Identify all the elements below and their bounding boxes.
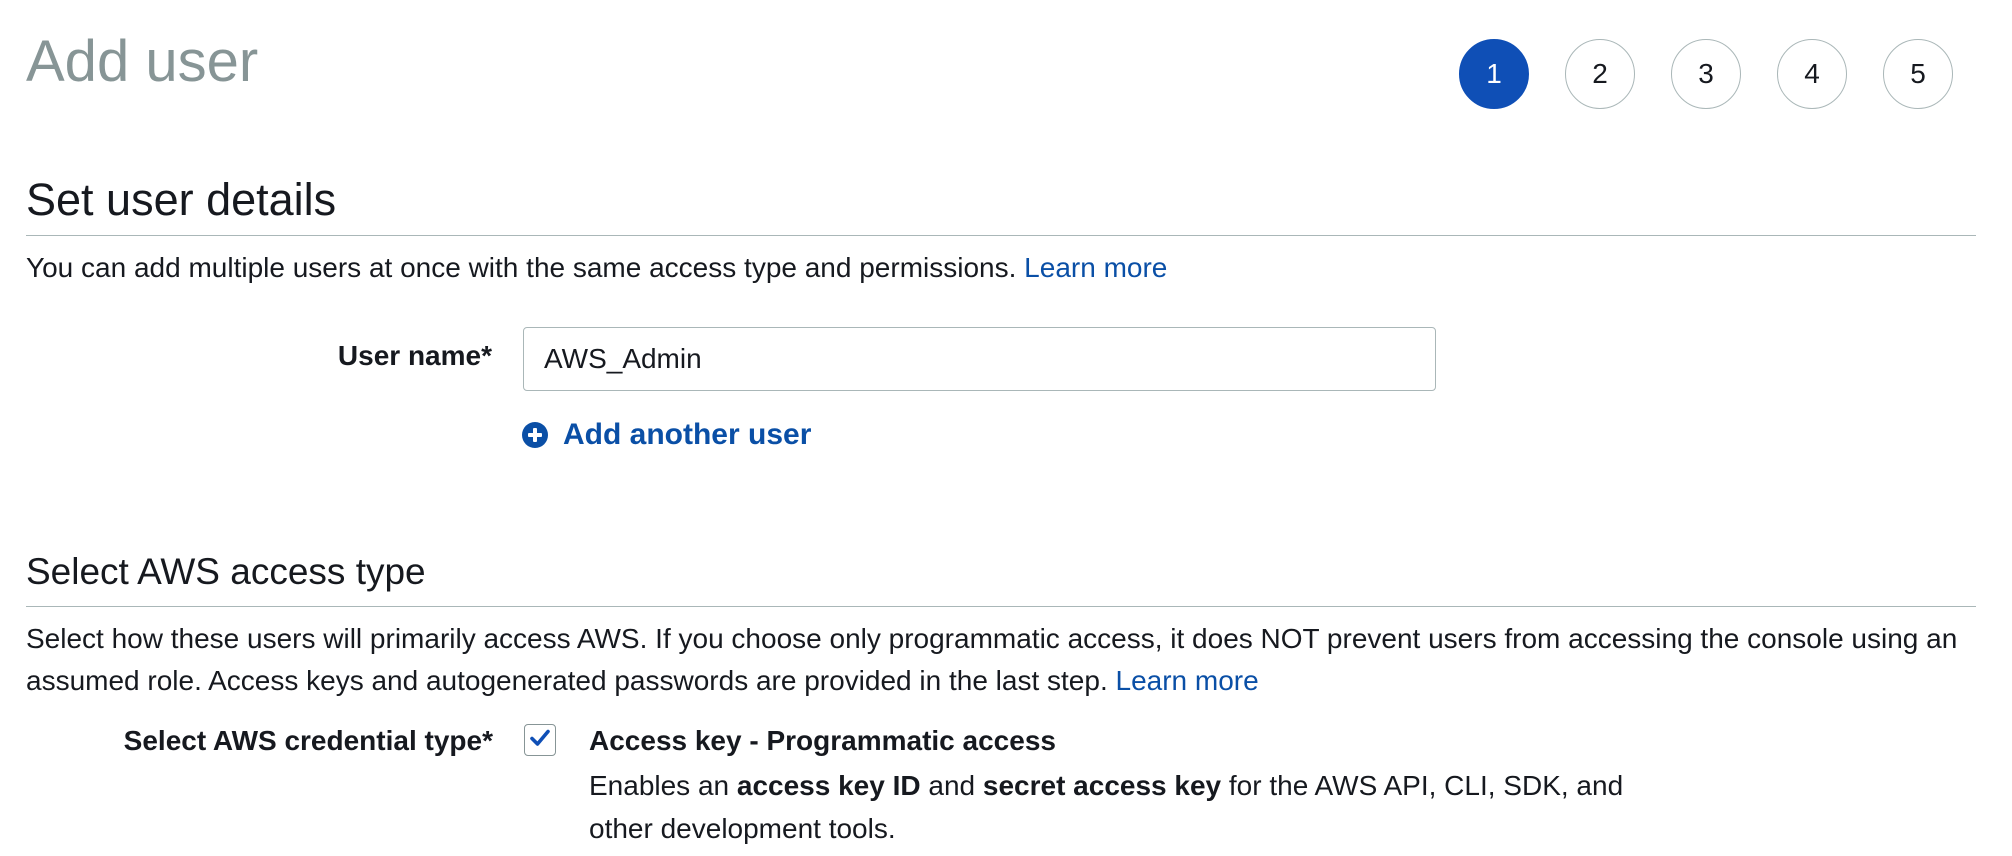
desc-text: and	[928, 770, 976, 801]
wizard-steps: 1 2 3 4 5	[1459, 39, 1953, 109]
access-type-description: Select how these users will primarily ac…	[26, 618, 1986, 702]
add-another-user-label: Add another user	[563, 418, 812, 451]
user-details-description: You can add multiple users at once with …	[26, 247, 1167, 289]
learn-more-link[interactable]: Learn more	[1024, 252, 1167, 283]
add-user-page: Add user 1 2 3 4 5 Set user details You …	[0, 0, 2012, 856]
access-type-description-text: Select how these users will primarily ac…	[26, 623, 1958, 696]
section-divider	[26, 606, 1976, 607]
username-label: User name*	[337, 340, 492, 371]
user-details-description-text: You can add multiple users at once with …	[26, 252, 1017, 283]
step-3[interactable]: 3	[1671, 39, 1741, 109]
section-divider	[26, 235, 1976, 236]
programmatic-access-checkbox[interactable]	[524, 724, 556, 756]
desc-text: Enables an	[589, 770, 730, 801]
select-access-type-heading: Select AWS access type	[26, 551, 426, 592]
step-5[interactable]: 5	[1883, 39, 1953, 109]
plus-circle-icon	[521, 421, 549, 449]
step-4[interactable]: 4	[1777, 39, 1847, 109]
username-input[interactable]	[523, 327, 1436, 391]
checkmark-icon	[528, 726, 552, 755]
desc-bold-text: access key ID	[736, 770, 921, 801]
programmatic-access-description: Enables an access key ID and secret acce…	[589, 764, 1689, 850]
learn-more-link[interactable]: Learn more	[1116, 665, 1259, 696]
step-2[interactable]: 2	[1565, 39, 1635, 109]
page-title: Add user	[26, 29, 259, 94]
programmatic-access-title: Access key - Programmatic access	[589, 725, 1056, 756]
add-another-user-button[interactable]: Add another user	[521, 418, 811, 452]
step-1[interactable]: 1	[1459, 39, 1529, 109]
credential-type-label: Select AWS credential type*	[123, 725, 493, 756]
set-user-details-heading: Set user details	[26, 174, 337, 225]
desc-bold-text: secret access key	[982, 770, 1222, 801]
